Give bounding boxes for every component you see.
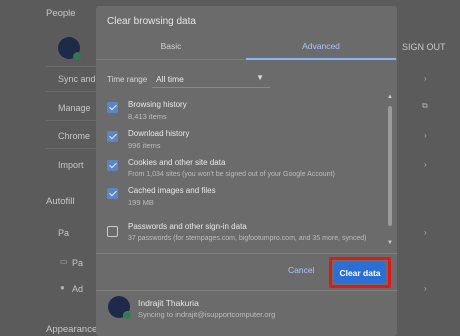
item-subtitle: 199 MB (128, 198, 154, 207)
data-types-list: Browsing history 8,413 items Download hi… (96, 94, 386, 250)
item-subtitle: 8,413 items (128, 112, 167, 121)
sync-badge-icon (73, 52, 82, 61)
item-subtitle: 996 items (128, 141, 161, 150)
profile-avatar (58, 37, 82, 61)
clear-browsing-data-dialog: Clear browsing data Basic Advanced Time … (96, 6, 397, 336)
chevron-right-icon: › (424, 131, 427, 140)
list-item-download-history[interactable]: Download history 996 items (96, 129, 386, 155)
tab-advanced[interactable]: Advanced (246, 41, 396, 51)
chrome-name-label: Chrome (58, 131, 91, 141)
list-item-cookies[interactable]: Cookies and other site data From 1,034 s… (96, 158, 386, 184)
passwords-checkbox[interactable] (107, 226, 118, 237)
chevron-right-icon: › (424, 74, 427, 83)
download-history-checkbox[interactable] (107, 131, 118, 142)
manage-label: Manage (58, 103, 91, 113)
time-range-label: Time range (107, 75, 148, 84)
addresses-row: Ad (72, 284, 84, 294)
item-subtitle: 37 passwords (for stempages.com, bigfoot… (128, 235, 367, 242)
item-title: Cookies and other site data (128, 158, 226, 167)
active-tab-indicator (246, 58, 396, 60)
account-sync-status: Syncing to indrajit@isupportcomputer.org (138, 310, 276, 319)
clear-data-button[interactable]: Clear data (334, 262, 386, 283)
divider (96, 253, 397, 254)
sync-services-label: Sync and (58, 74, 96, 84)
divider (96, 290, 397, 291)
item-title: Browsing history (128, 100, 187, 109)
clear-data-highlight: Clear data (329, 257, 391, 288)
divider (46, 66, 96, 67)
list-item-passwords[interactable]: Passwords and other sign-in data 37 pass… (96, 222, 386, 250)
item-title: Download history (128, 129, 190, 138)
open-in-new-icon: ⧉ (422, 101, 428, 110)
list-item-browsing-history[interactable]: Browsing history 8,413 items (96, 100, 386, 126)
chevron-right-icon: › (424, 284, 427, 293)
cached-images-checkbox[interactable] (107, 188, 118, 199)
tab-basic[interactable]: Basic (96, 41, 246, 51)
scrollbar-thumb[interactable] (388, 106, 392, 226)
passwords-row: Pa (58, 228, 70, 238)
sign-out-button: SIGN OUT (402, 42, 446, 52)
time-range-select[interactable]: All time ▼ (152, 69, 270, 88)
import-label: Import (58, 160, 84, 170)
location-pin-icon: ● (60, 283, 65, 292)
item-subtitle: From 1,034 sites (you won't be signed ou… (128, 171, 335, 178)
section-autofill-heading: Autofill (46, 196, 75, 207)
cancel-button[interactable]: Cancel (288, 265, 314, 275)
cookies-checkbox[interactable] (107, 160, 118, 171)
item-title: Passwords and other sign-in data (128, 222, 247, 231)
account-name: Indrajit Thakuria (138, 298, 199, 308)
divider (46, 148, 96, 149)
time-range-value: All time (156, 74, 184, 84)
divider (46, 91, 96, 92)
chevron-right-icon: › (424, 160, 427, 169)
dropdown-arrow-icon: ▼ (256, 73, 264, 82)
payment-row: Pa (72, 258, 84, 268)
section-people-heading: People (46, 8, 76, 19)
sync-badge-icon (123, 311, 132, 320)
item-title: Cached images and files (128, 186, 216, 195)
divider (46, 120, 96, 121)
credit-card-icon: ▭ (60, 257, 68, 266)
chevron-right-icon: › (424, 228, 427, 237)
browsing-history-checkbox[interactable] (107, 102, 118, 113)
list-scrollbar[interactable]: ▲ ▼ (387, 94, 393, 250)
dialog-title: Clear browsing data (107, 16, 196, 27)
account-avatar (108, 296, 132, 320)
section-appearance-heading: Appearance (46, 324, 98, 335)
list-item-cached-images[interactable]: Cached images and files 199 MB (96, 186, 386, 212)
scroll-down-icon[interactable]: ▼ (387, 240, 393, 246)
scroll-up-icon[interactable]: ▲ (387, 94, 393, 100)
